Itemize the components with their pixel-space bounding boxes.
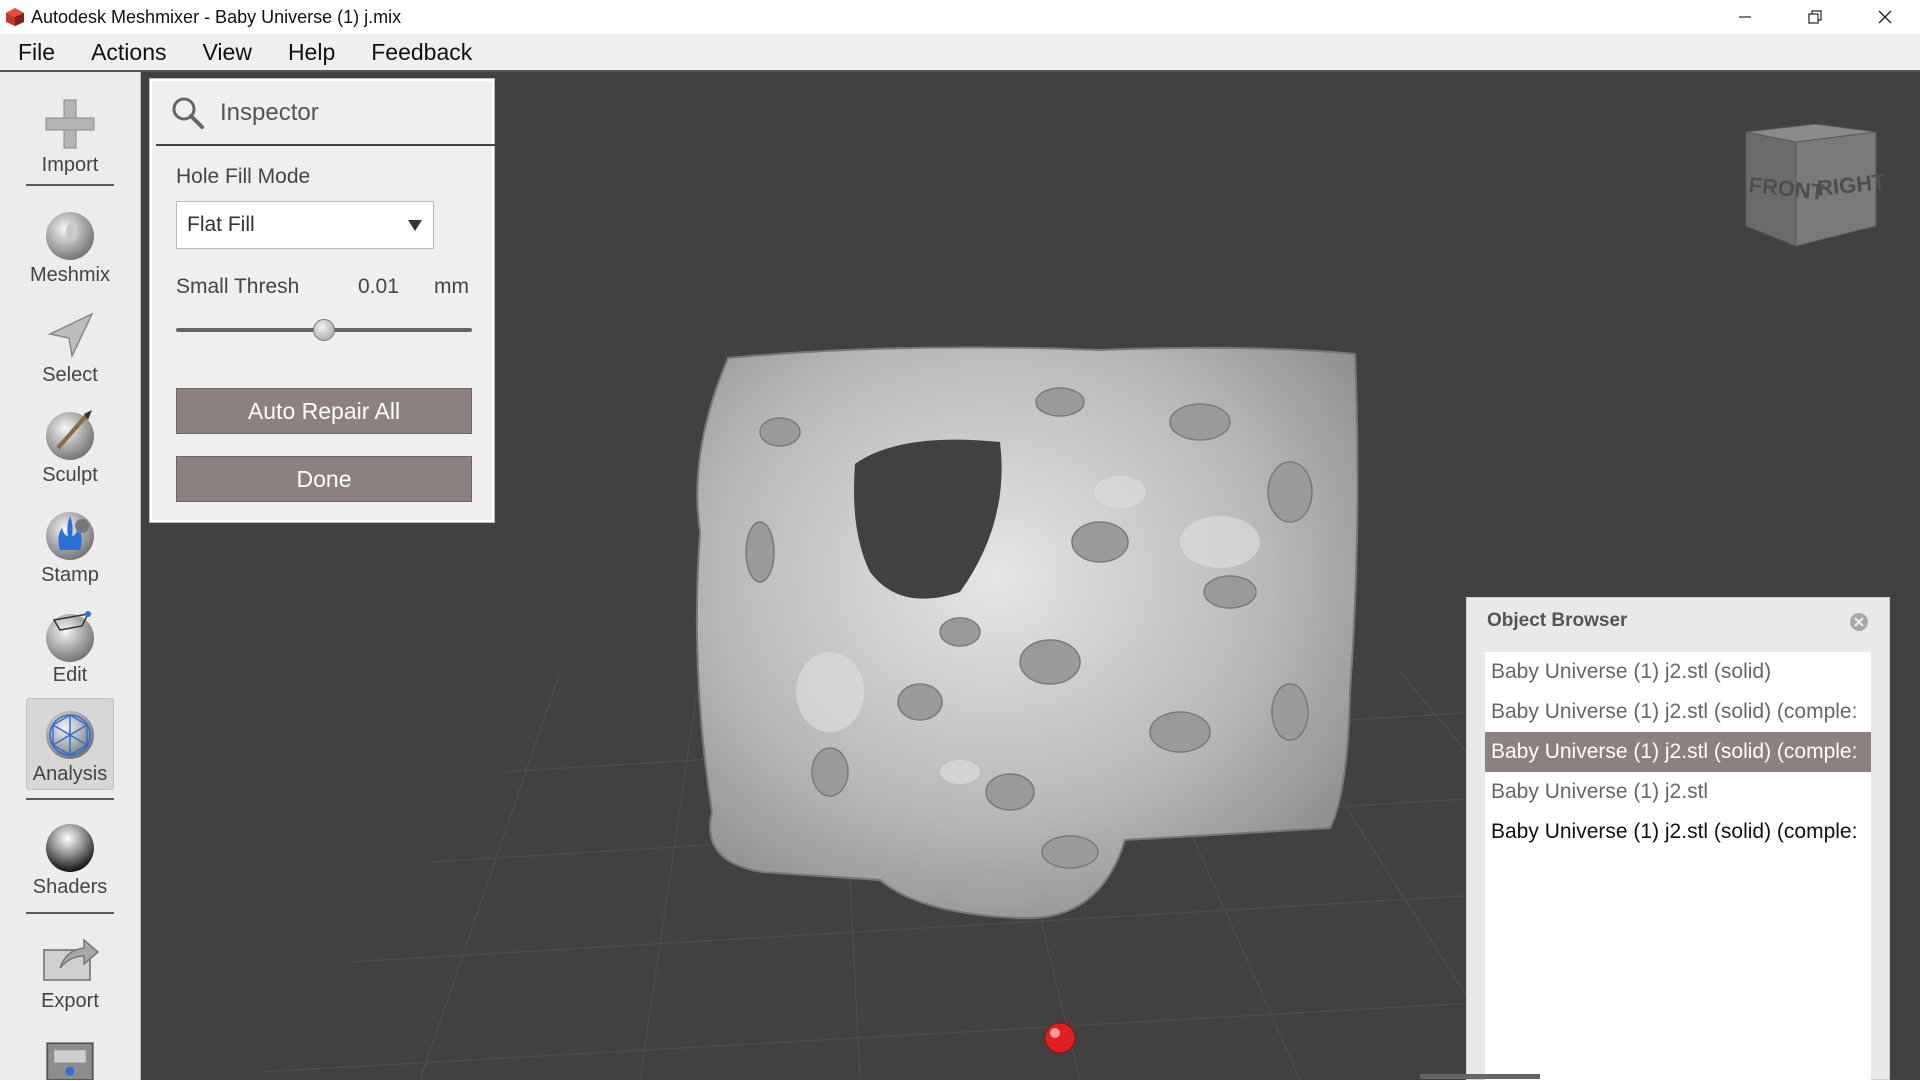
small-thresh-unit: mm — [434, 275, 469, 298]
meshmix-tool[interactable]: Meshmix — [26, 200, 114, 292]
edit-tool[interactable]: Edit — [26, 600, 114, 692]
shaders-label: Shaders — [32, 876, 108, 898]
hole-fill-mode-value: Flat Fill — [187, 213, 255, 236]
slider-thumb[interactable] — [313, 319, 335, 341]
shader-sphere-icon — [46, 824, 94, 872]
stamp-tool[interactable]: Stamp — [26, 500, 114, 592]
sculpt-tool[interactable]: Sculpt — [26, 400, 114, 492]
menu-file[interactable]: File — [0, 33, 73, 71]
toolbar-divider — [26, 912, 114, 914]
minimize-icon — [1739, 16, 1751, 18]
meshmixer-logo-icon — [6, 8, 24, 26]
print-tool[interactable] — [26, 1032, 114, 1080]
object-list-item[interactable]: Baby Universe (1) j2.stl (solid) — [1485, 652, 1871, 692]
analysis-label: Analysis — [32, 763, 108, 785]
edit-sphere-icon — [46, 611, 94, 662]
export-label: Export — [41, 990, 99, 1012]
dropdown-triangle-icon — [408, 220, 422, 231]
analysis-wireframe-icon — [46, 711, 94, 759]
menu-feedback[interactable]: Feedback — [353, 33, 490, 71]
object-list: Baby Universe (1) j2.stl (solid) Baby Un… — [1485, 652, 1871, 1081]
search-icon — [172, 97, 204, 129]
sculpt-label: Sculpt — [42, 464, 98, 486]
stamp-fleur-icon — [46, 512, 94, 560]
pivot-point[interactable] — [1044, 1022, 1076, 1054]
meshmix-bunny-icon — [46, 212, 94, 260]
hole-fill-mode-label: Hole Fill Mode — [176, 165, 311, 188]
edit-label: Edit — [52, 664, 88, 686]
horizontal-scrollbar[interactable] — [1420, 1074, 1540, 1079]
menu-bar: File Actions View Help Feedback — [0, 34, 1920, 72]
inspector-title: Inspector — [220, 98, 319, 126]
object-browser-title: Object Browser — [1487, 610, 1628, 631]
sculpt-brush-icon — [46, 410, 94, 460]
hole-fill-mode-select[interactable]: Flat Fill — [176, 201, 434, 249]
menu-actions[interactable]: Actions — [73, 33, 184, 71]
object-list-item[interactable]: Baby Universe (1) j2.stl (solid) (comple… — [1485, 692, 1871, 732]
restore-icon — [1808, 10, 1822, 24]
import-label: Import — [41, 154, 99, 176]
inspector-panel: Inspector Hole Fill Mode Flat Fill Small… — [150, 79, 496, 522]
export-arrow-icon — [43, 938, 100, 981]
close-icon[interactable] — [1849, 612, 1869, 632]
inspector-header: Inspector — [156, 81, 496, 146]
cursor-arrow-icon — [47, 312, 94, 359]
small-thresh-value[interactable]: 0.01 — [358, 275, 399, 299]
close-icon — [1878, 10, 1892, 24]
close-button[interactable] — [1850, 0, 1920, 34]
import-tool[interactable]: Import — [26, 90, 114, 182]
object-list-item[interactable]: Baby Universe (1) j2.stl — [1485, 772, 1871, 812]
done-button[interactable]: Done — [176, 456, 472, 502]
object-list-item-active[interactable]: Baby Universe (1) j2.stl (solid) (comple… — [1485, 812, 1871, 852]
view-cube[interactable]: FRONT RIGHT — [1736, 122, 1887, 257]
object-list-item-selected[interactable]: Baby Universe (1) j2.stl (solid) (comple… — [1485, 732, 1871, 772]
auto-repair-all-button[interactable]: Auto Repair All — [176, 388, 472, 434]
menu-view[interactable]: View — [185, 33, 270, 71]
export-tool[interactable]: Export — [26, 926, 114, 1018]
restore-button[interactable] — [1780, 0, 1850, 34]
toolbar-divider — [26, 184, 114, 186]
printer-icon — [46, 1042, 94, 1080]
select-label: Select — [42, 364, 98, 386]
analysis-tool[interactable]: Analysis — [26, 698, 114, 790]
title-bar: Autodesk Meshmixer - Baby Universe (1) j… — [0, 0, 1920, 34]
left-toolbar: Import Meshmix Select Sculpt Stamp Edit … — [0, 72, 141, 1080]
object-browser-panel: Object Browser Baby Universe (1) j2.stl … — [1466, 597, 1890, 1081]
window-title: Autodesk Meshmixer - Baby Universe (1) j… — [31, 6, 402, 27]
small-thresh-label: Small Thresh — [176, 275, 300, 298]
select-tool[interactable]: Select — [26, 300, 114, 392]
shaders-tool[interactable]: Shaders — [26, 812, 114, 904]
menu-help[interactable]: Help — [270, 33, 353, 71]
stamp-label: Stamp — [41, 564, 99, 586]
minimize-button[interactable] — [1710, 0, 1780, 34]
plus-icon — [45, 99, 95, 149]
toolbar-divider — [26, 798, 114, 800]
meshmix-label: Meshmix — [29, 264, 110, 286]
